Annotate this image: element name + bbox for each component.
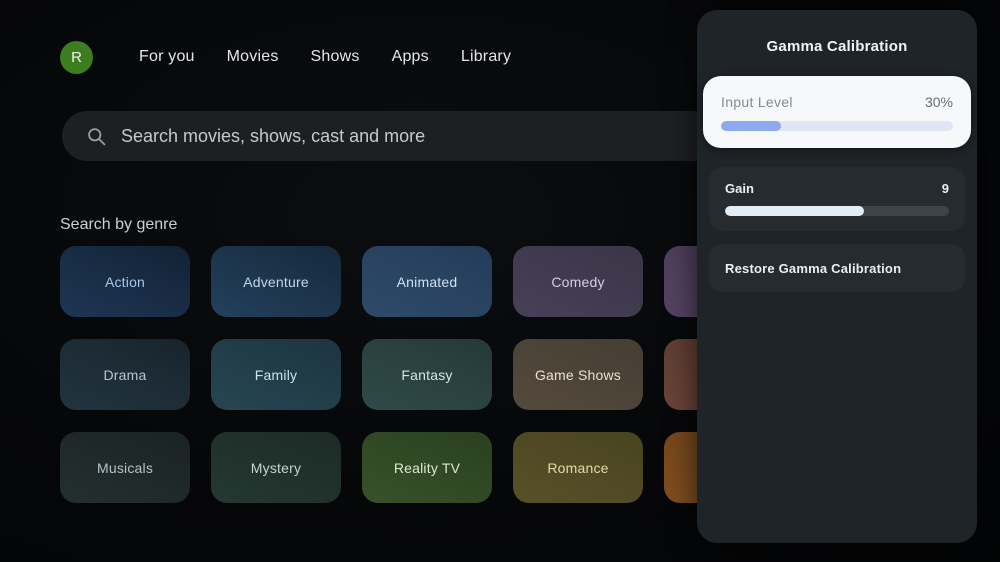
genre-tile-mystery[interactable]: Mystery — [211, 432, 341, 503]
top-navigation: R For you Movies Shows Apps Library — [60, 40, 527, 74]
genre-tile-label: Mystery — [250, 459, 302, 476]
restore-gamma-calibration-button[interactable]: Restore Gamma Calibration — [709, 244, 965, 292]
genre-tile-family[interactable]: Family — [211, 339, 341, 410]
genre-tile-label: Romance — [547, 459, 609, 476]
gain-slider[interactable]: Gain 9 — [709, 167, 965, 231]
gain-fill — [725, 206, 864, 216]
search-placeholder: Search movies, shows, cast and more — [121, 125, 426, 146]
input-level-slider[interactable]: Input Level 30% — [703, 76, 971, 148]
tab-apps[interactable]: Apps — [376, 40, 445, 74]
restore-button-label: Restore Gamma Calibration — [725, 260, 902, 276]
nav-tabs: For you Movies Shows Apps Library — [123, 40, 527, 74]
genre-tile-label: Comedy — [551, 273, 605, 290]
genre-tile-label: Animated — [396, 273, 458, 290]
genre-tile-label: Reality TV — [393, 459, 461, 476]
gain-track[interactable] — [725, 206, 949, 216]
genre-row-3: Musicals Mystery Reality TV Romance — [60, 432, 794, 503]
input-level-value: 30% — [924, 94, 953, 110]
tv-home-screen: R For you Movies Shows Apps Library Sear… — [0, 0, 1000, 562]
input-level-track[interactable] — [721, 121, 953, 131]
genre-tile-label: Family — [254, 366, 298, 383]
input-level-fill — [721, 121, 782, 131]
input-level-label: Input Level — [721, 94, 793, 110]
tab-movies[interactable]: Movies — [211, 40, 295, 74]
genre-section-heading: Search by genre — [60, 216, 178, 233]
genre-row-2: Drama Family Fantasy Game Shows — [60, 339, 794, 410]
gain-header: Gain 9 — [725, 181, 949, 196]
genre-tile-reality-tv[interactable]: Reality TV — [362, 432, 492, 503]
tab-for-you[interactable]: For you — [123, 40, 211, 74]
genre-tile-label: Adventure — [243, 273, 309, 290]
genre-tile-label: Game Shows — [534, 366, 622, 383]
genre-tile-label: Musicals — [96, 459, 154, 476]
gain-value: 9 — [941, 181, 949, 196]
genre-grid: Action Adventure Animated Comedy Drama F… — [60, 246, 794, 503]
gamma-calibration-panel: Gamma Calibration Input Level 30% Gain 9… — [697, 10, 977, 543]
genre-tile-action[interactable]: Action — [60, 246, 190, 317]
genre-tile-label: Drama — [103, 366, 147, 383]
genre-row-1: Action Adventure Animated Comedy — [60, 246, 794, 317]
genre-tile-romance[interactable]: Romance — [513, 432, 643, 503]
genre-tile-animated[interactable]: Animated — [362, 246, 492, 317]
genre-tile-comedy[interactable]: Comedy — [513, 246, 643, 317]
genre-tile-game-shows[interactable]: Game Shows — [513, 339, 643, 410]
gain-label: Gain — [725, 181, 754, 196]
tab-library[interactable]: Library — [445, 40, 527, 74]
genre-tile-label: Fantasy — [401, 366, 453, 383]
profile-avatar[interactable]: R — [60, 40, 93, 74]
panel-title: Gamma Calibration — [766, 38, 908, 55]
genre-tile-adventure[interactable]: Adventure — [211, 246, 341, 317]
genre-tile-musicals[interactable]: Musicals — [60, 432, 190, 503]
genre-tile-drama[interactable]: Drama — [60, 339, 190, 410]
search-input[interactable]: Search movies, shows, cast and more — [62, 111, 722, 161]
genre-tile-label: Action — [104, 273, 146, 290]
tab-shows[interactable]: Shows — [295, 40, 376, 74]
input-level-header: Input Level 30% — [721, 94, 953, 110]
genre-tile-fantasy[interactable]: Fantasy — [362, 339, 492, 410]
search-icon — [88, 127, 106, 145]
